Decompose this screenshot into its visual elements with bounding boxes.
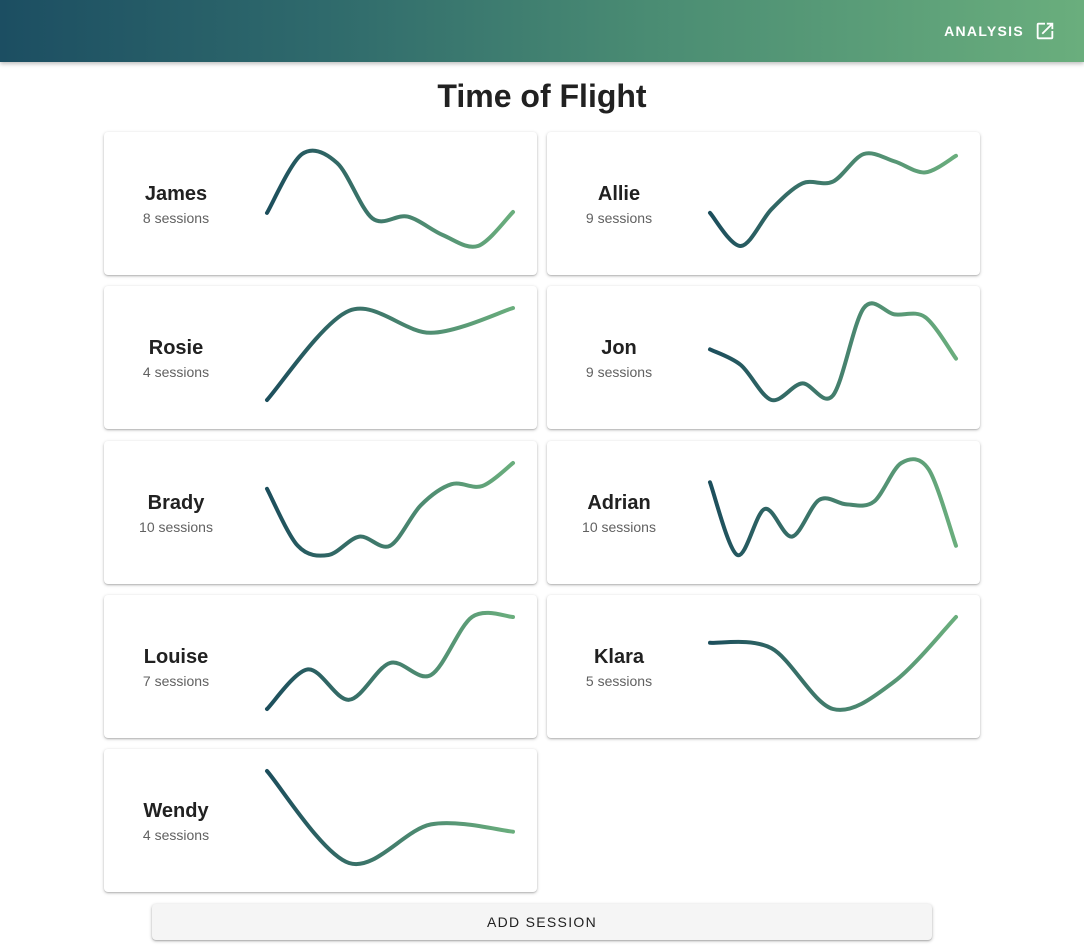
athlete-info: Rosie 4 sessions: [104, 286, 248, 429]
session-count: 7 sessions: [142, 672, 210, 689]
athlete-name: Adrian: [587, 491, 651, 514]
analysis-label: ANALYSIS: [944, 23, 1024, 39]
athlete-name: Brady: [147, 491, 205, 514]
athlete-card[interactable]: Wendy 4 sessions: [104, 749, 537, 892]
sparkline-series-brady: [265, 461, 515, 558]
sparkline-series-adrian: [708, 457, 958, 557]
athlete-info: James 8 sessions: [104, 132, 248, 275]
session-count: 8 sessions: [142, 209, 210, 226]
athlete-name: Allie: [597, 182, 641, 205]
athlete-info: Wendy 4 sessions: [104, 749, 248, 892]
sparkline-chart: [708, 615, 958, 712]
sparkline-chart: [708, 151, 958, 248]
session-count: 9 sessions: [585, 363, 653, 380]
sparkline-chart: [265, 769, 515, 867]
session-count: 10 sessions: [582, 518, 656, 535]
session-count: 4 sessions: [142, 826, 210, 843]
athlete-card[interactable]: Louise 7 sessions: [104, 595, 537, 738]
athlete-card[interactable]: James 8 sessions: [104, 132, 537, 275]
sparkline-chart: [708, 301, 958, 403]
sparkline-series-wendy: [265, 769, 515, 867]
add-session-button[interactable]: ADD SESSION: [152, 904, 932, 940]
athlete-name: Klara: [593, 645, 645, 668]
sparkline-series-louise: [265, 610, 515, 711]
sparkline-chart: [265, 461, 515, 558]
sparkline-series-jon: [708, 301, 958, 403]
athlete-info: Klara 5 sessions: [547, 595, 691, 738]
sparkline-chart: [265, 148, 515, 249]
page-title: Time of Flight: [437, 78, 647, 114]
session-count: 9 sessions: [585, 209, 653, 226]
athlete-info: Adrian 10 sessions: [547, 441, 691, 584]
athlete-name: Wendy: [143, 799, 209, 822]
athlete-card[interactable]: Allie 9 sessions: [547, 132, 980, 275]
open-in-new-icon: [1036, 22, 1054, 40]
sparkline-series-allie: [708, 151, 958, 248]
athlete-name: Louise: [143, 645, 209, 668]
athlete-name: Jon: [601, 336, 637, 359]
athlete-card[interactable]: Klara 5 sessions: [547, 595, 980, 738]
session-count: 4 sessions: [142, 363, 210, 380]
athlete-name: James: [144, 182, 208, 205]
athlete-info: Jon 9 sessions: [547, 286, 691, 429]
athlete-info: Allie 9 sessions: [547, 132, 691, 275]
sparkline-series-klara: [708, 615, 958, 712]
athlete-info: Louise 7 sessions: [104, 595, 248, 738]
session-count: 10 sessions: [139, 518, 213, 535]
athlete-card[interactable]: Rosie 4 sessions: [104, 286, 537, 429]
analysis-link[interactable]: ANALYSIS: [944, 17, 1056, 45]
athlete-card[interactable]: Adrian 10 sessions: [547, 441, 980, 584]
sparkline-series-rosie: [265, 306, 515, 402]
athlete-card[interactable]: Brady 10 sessions: [104, 441, 537, 584]
athlete-card[interactable]: Jon 9 sessions: [547, 286, 980, 429]
session-count: 5 sessions: [585, 672, 653, 689]
sparkline-chart: [265, 306, 515, 402]
athlete-name: Rosie: [148, 336, 204, 359]
sparkline-chart: [265, 610, 515, 711]
sparkline-chart: [708, 457, 958, 557]
sparkline-series-james: [265, 148, 515, 249]
app-bar: ANALYSIS: [0, 0, 1084, 62]
athlete-info: Brady 10 sessions: [104, 441, 248, 584]
